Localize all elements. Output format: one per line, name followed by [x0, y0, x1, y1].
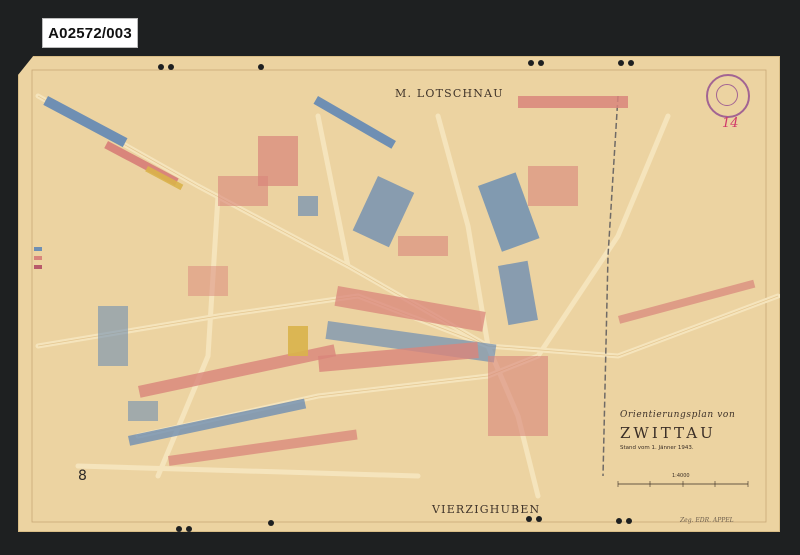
map-legend: [34, 244, 46, 271]
catalog-id-label: A02572/003: [42, 18, 138, 48]
legend-swatch-blue: [34, 246, 42, 251]
map-title-block: Orientierungsplan von ZWITTAU Stand vom …: [620, 410, 770, 451]
punch-hole: [618, 60, 624, 66]
handwritten-annotation: 14: [722, 116, 739, 131]
south-place-label: VIERZIGHUBEN: [432, 503, 541, 516]
punch-hole: [258, 64, 264, 70]
punch-hole: [626, 518, 632, 524]
punch-hole: [628, 60, 634, 66]
date-line: Stand vom 1. Jänner 1943.: [620, 445, 694, 451]
archive-stamp: [706, 74, 750, 118]
legend-swatch-red: [34, 255, 42, 260]
connector-road: [315, 113, 351, 269]
south-west-road: [75, 463, 421, 479]
stamp-center: [716, 84, 738, 106]
punch-hole: [158, 64, 164, 70]
punch-hole: [538, 60, 544, 66]
scale-bar: [617, 481, 749, 487]
legend-swatch-dark-red: [34, 264, 42, 269]
map-title: ZWITTAU: [620, 424, 716, 442]
punch-hole: [616, 518, 622, 524]
north-place-label: M. LOTSCHNAU: [395, 87, 504, 100]
punch-hole: [168, 64, 174, 70]
legend-item: [34, 253, 46, 262]
legend-item: [34, 262, 46, 271]
sheet-number: 8: [78, 468, 87, 484]
punch-hole: [268, 520, 274, 526]
punch-hole: [526, 516, 532, 522]
scale-label: 1:4000: [672, 473, 690, 479]
northeast-road: [535, 113, 671, 359]
town-plan-drawing: [31, 69, 780, 523]
railway-line: [602, 95, 619, 477]
legend-item: [34, 244, 46, 253]
punch-hole: [176, 526, 182, 532]
title-subheading: Orientierungsplan von: [620, 410, 736, 420]
punch-hole: [186, 526, 192, 532]
punch-hole: [528, 60, 534, 66]
signature: Zeg. EDR. APPEL: [680, 517, 734, 524]
punch-hole: [536, 516, 542, 522]
